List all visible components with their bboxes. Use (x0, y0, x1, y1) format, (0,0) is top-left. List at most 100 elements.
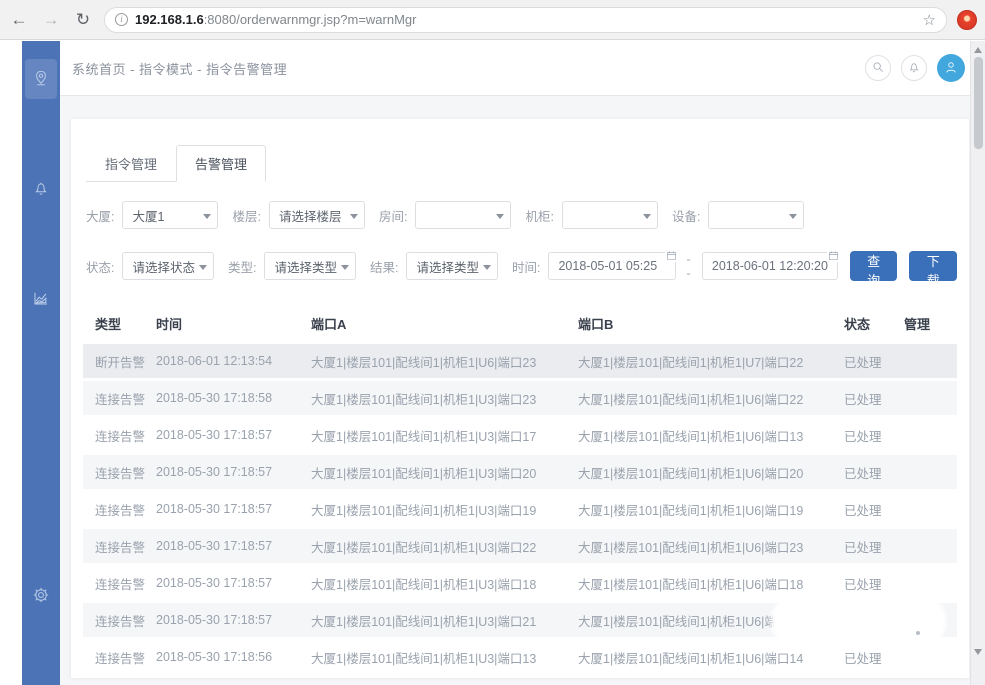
cell-portA: 大厦1|楼层101|配线间1|机柜1|U3|端口20 (311, 463, 578, 482)
cell-type: 连接告警 (83, 611, 156, 630)
column-header-status: 状态 (844, 314, 904, 333)
result-label: 结果: (370, 257, 398, 276)
page-info-icon[interactable]: i (115, 13, 128, 26)
cell-portB: 大厦1|楼层101|配线间1|机柜1|U6|端口18 (578, 574, 844, 593)
browser-profile-icon[interactable] (957, 10, 977, 30)
cell-status: 已处理 (844, 648, 904, 667)
search-icon (871, 60, 885, 77)
table-row: 连接告警2018-05-30 17:18:58大厦1|楼层101|配线间1|机柜… (83, 381, 957, 415)
query-button[interactable]: 查询 (850, 251, 898, 281)
scroll-down-icon[interactable] (974, 649, 982, 655)
main-area: 系统首页 - 指令模式 - 指令告警管理 (60, 41, 985, 685)
table-body: 断开告警2018-06-01 12:13:54大厦1|楼层101|配线间1|机柜… (83, 344, 957, 674)
bell-icon (32, 179, 50, 200)
cell-status: 已处理 (844, 611, 904, 630)
browser-chrome: ← → ↻ i 192.168.1.6:8080/orderwarnmgr.js… (0, 0, 985, 40)
sidebar-item-settings[interactable] (25, 576, 57, 616)
chevron-down-icon (199, 265, 207, 270)
room-label: 房间: (379, 206, 407, 225)
sidebar-item-assets[interactable] (25, 59, 57, 99)
column-header-type: 类型 (83, 314, 156, 333)
tab-warn-manage[interactable]: 告警管理 (176, 145, 266, 182)
chevron-down-icon (341, 265, 349, 270)
cell-status: 已处理 (844, 537, 904, 556)
screen: ← → ↻ i 192.168.1.6:8080/orderwarnmgr.js… (0, 0, 985, 685)
cell-time: 2018-05-30 17:18:57 (156, 539, 311, 553)
cell-portA: 大厦1|楼层101|配线间1|机柜1|U3|端口17 (311, 426, 578, 445)
notifications-button[interactable] (901, 55, 927, 81)
table-row: 连接告警2018-05-30 17:18:57大厦1|楼层101|配线间1|机柜… (83, 455, 957, 489)
forward-icon[interactable]: → (40, 10, 62, 30)
time-to-input[interactable]: 2018-06-01 12:20:20 (702, 252, 838, 280)
alarm-table: 类型时间端口A端口B状态管理 断开告警2018-06-01 12:13:54大厦… (83, 307, 957, 674)
time-label: 时间: (512, 257, 540, 276)
asset-location-icon (32, 69, 50, 90)
result-select[interactable]: 请选择类型 (406, 252, 498, 280)
column-header-portB: 端口B (578, 314, 844, 333)
cell-time: 2018-05-30 17:18:57 (156, 465, 311, 479)
status-select[interactable]: 请选择状态 (122, 252, 214, 280)
status-select-value: 请选择状态 (132, 257, 195, 276)
cell-portB: 大厦1|楼层101|配线间1|机柜1|U6|端口13 (578, 426, 844, 445)
cell-portB: 大厦1|楼层101|配线间1|机柜1|U6|端口21 (578, 611, 844, 630)
building-label: 大厦: (86, 206, 114, 225)
type-select[interactable]: 请选择类型 (264, 252, 356, 280)
cell-type: 连接告警 (83, 426, 156, 445)
cell-status: 已处理 (844, 389, 904, 408)
left-gutter (0, 41, 22, 685)
cell-type: 连接告警 (83, 574, 156, 593)
floor-label: 楼层: (232, 206, 260, 225)
floor-select[interactable]: 请选择楼层 (269, 201, 365, 229)
device-label: 设备: (672, 206, 700, 225)
download-button[interactable]: 下载 (909, 251, 957, 281)
cell-type: 连接告警 (83, 463, 156, 482)
sidebar-item-reports[interactable] (25, 279, 57, 319)
chevron-down-icon (350, 214, 358, 219)
chevron-down-icon (496, 214, 504, 219)
chevron-down-icon (643, 214, 651, 219)
sidebar (22, 41, 60, 685)
cell-type: 连接告警 (83, 648, 156, 667)
back-icon[interactable]: ← (8, 10, 30, 30)
column-header-portA: 端口A (311, 314, 578, 333)
bell-icon (907, 60, 921, 77)
cabinet-select[interactable] (562, 201, 658, 229)
cell-status: 已处理 (844, 500, 904, 519)
result-select-value: 请选择类型 (416, 257, 479, 276)
device-select[interactable] (708, 201, 804, 229)
calendar-icon[interactable] (827, 249, 840, 262)
address-bar[interactable]: i 192.168.1.6:8080/orderwarnmgr.jsp?m=wa… (104, 7, 947, 33)
chart-icon (32, 289, 50, 310)
cell-time: 2018-05-30 17:18:58 (156, 391, 311, 405)
building-select[interactable]: 大厦1 (122, 201, 218, 229)
time-range-separator: -- (686, 252, 691, 280)
type-select-value: 请选择类型 (274, 257, 337, 276)
sidebar-item-alerts[interactable] (25, 169, 57, 209)
time-to-value: 2018-06-01 12:20:20 (712, 259, 828, 273)
column-header-time: 时间 (156, 314, 311, 333)
tab-order-manage[interactable]: 指令管理 (86, 145, 176, 182)
table-row: 连接告警2018-05-30 17:18:56大厦1|楼层101|配线间1|机柜… (83, 640, 957, 674)
scrollbar-thumb[interactable] (974, 57, 983, 149)
url-text: 192.168.1.6:8080/orderwarnmgr.jsp?m=warn… (135, 12, 916, 27)
calendar-icon[interactable] (665, 249, 678, 262)
reload-icon[interactable]: ↻ (72, 10, 94, 30)
user-avatar[interactable] (937, 54, 965, 82)
room-select[interactable] (415, 201, 511, 229)
cell-portB: 大厦1|楼层101|配线间1|机柜1|U7|端口22 (578, 352, 844, 371)
cell-status: 已处理 (844, 352, 904, 371)
scroll-up-icon[interactable] (974, 47, 982, 53)
chevron-down-icon (483, 265, 491, 270)
cell-type: 断开告警 (83, 352, 156, 371)
cell-portA: 大厦1|楼层101|配线间1|机柜1|U3|端口18 (311, 574, 578, 593)
time-from-value: 2018-05-01 05:25 (558, 259, 657, 273)
cell-status: 已处理 (844, 574, 904, 593)
cell-portA: 大厦1|楼层101|配线间1|机柜1|U3|端口13 (311, 648, 578, 667)
window-scrollbar[interactable] (970, 41, 985, 685)
search-button[interactable] (865, 55, 891, 81)
time-from-input[interactable]: 2018-05-01 05:25 (548, 252, 676, 280)
building-select-value: 大厦1 (132, 206, 164, 225)
cabinet-label: 机柜: (525, 206, 553, 225)
bookmark-star-icon[interactable]: ☆ (923, 11, 936, 29)
breadcrumb: 系统首页 - 指令模式 - 指令告警管理 (72, 59, 287, 78)
